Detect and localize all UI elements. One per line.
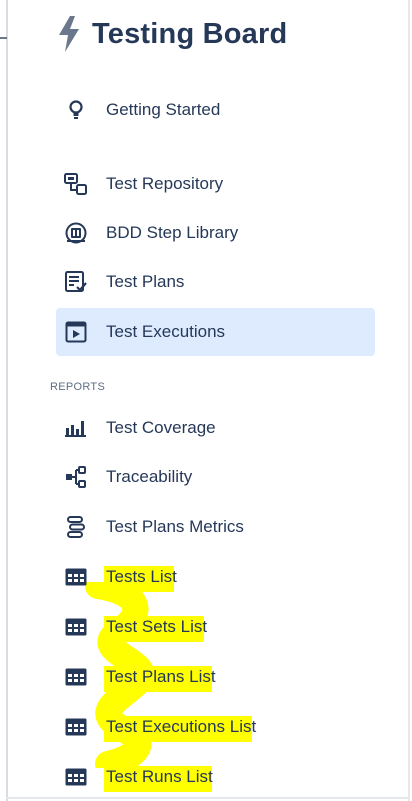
nav-test-plans-label: Test Plans [106, 272, 185, 291]
nav-test-sets-list-label: Test Sets List [106, 617, 208, 636]
metrics-icon [64, 515, 88, 539]
nav-test-plans[interactable]: Test Plans [56, 258, 376, 306]
nav-traceability[interactable]: Traceability [56, 453, 376, 501]
nav-test-plans-metrics-label: Test Plans Metrics [106, 517, 244, 536]
board-header: Testing Board [56, 14, 287, 54]
nav-bdd-step-library-label: BDD Step Library [106, 223, 239, 242]
nav-tests-list-label: Tests List [106, 567, 177, 586]
lightning-bolt-icon [59, 16, 79, 52]
hierarchy-icon [64, 465, 88, 489]
table-grid-icon [64, 665, 88, 689]
repository-icon [64, 172, 88, 196]
panel-right-border [408, 0, 410, 801]
nav-test-repository-label: Test Repository [106, 174, 224, 193]
checklist-icon [64, 270, 88, 294]
nav-test-repository[interactable]: Test Repository [56, 160, 376, 208]
reports-section-heading: REPORTS [50, 381, 106, 393]
table-grid-icon [64, 615, 88, 639]
nav-traceability-label: Traceability [106, 467, 193, 486]
table-grid-icon [64, 565, 88, 589]
nav-test-plans-metrics[interactable]: Test Plans Metrics [56, 503, 376, 551]
nav-getting-started-label: Getting Started [106, 100, 221, 119]
play-square-icon [64, 320, 88, 344]
panel-left-border [6, 0, 8, 801]
nav-test-executions-list-label: Test Executions List [106, 717, 257, 736]
step-library-icon [64, 221, 88, 245]
board-title: Testing Board [92, 17, 288, 50]
nav-getting-started[interactable]: Getting Started [56, 86, 376, 134]
bar-chart-icon [64, 416, 88, 440]
nav-test-executions-label: Test Executions [106, 322, 226, 341]
nav-test-coverage-label: Test Coverage [106, 418, 216, 437]
table-grid-icon [64, 715, 88, 739]
nav-bdd-step-library[interactable]: BDD Step Library [56, 209, 376, 257]
lightbulb-icon [64, 98, 88, 122]
nav-test-executions[interactable]: Test Executions [56, 308, 375, 356]
nav-test-plans-list-label: Test Plans List [106, 667, 216, 686]
collapse-handle[interactable] [0, 37, 7, 39]
table-grid-icon [64, 765, 88, 789]
nav-test-coverage[interactable]: Test Coverage [56, 404, 376, 452]
nav-test-runs-list-label: Test Runs List [106, 767, 213, 786]
